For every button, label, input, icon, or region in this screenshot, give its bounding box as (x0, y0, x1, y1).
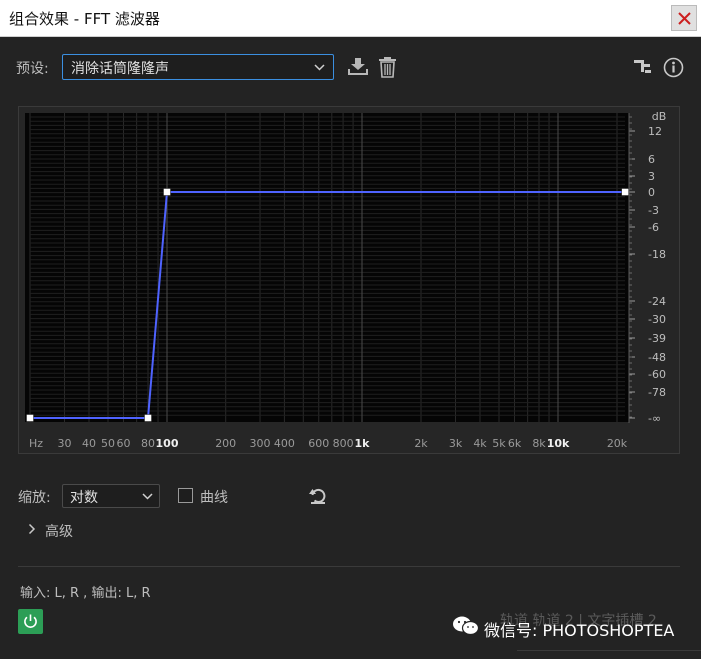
y-tick-label: 3 (648, 170, 655, 183)
trash-icon[interactable] (378, 56, 397, 78)
y-tick-label: -18 (648, 248, 666, 261)
scale-dropdown[interactable]: 对数 (62, 484, 160, 508)
y-unit-label: dB (652, 110, 667, 123)
y-tick-label: 6 (648, 153, 655, 166)
y-tick-label: -30 (648, 313, 666, 326)
y-tick-label: -24 (648, 295, 666, 308)
io-routing-text: 输入: L, R , 输出: L, R (20, 586, 151, 601)
advanced-toggle[interactable]: 高级 (45, 521, 73, 541)
curve-checkbox[interactable] (178, 488, 193, 503)
x-tick-label: 6k (508, 437, 522, 450)
curve-control-point[interactable] (621, 188, 629, 196)
wechat-icon (453, 616, 480, 636)
y-tick-label: -∞ (648, 412, 661, 425)
x-tick-label: 3k (449, 437, 463, 450)
background-panel-line (517, 650, 701, 651)
x-tick-label: 8k (532, 437, 546, 450)
curve-label: 曲线 (200, 490, 228, 506)
fft-filter-graph[interactable]: 12630-3-6-18-24-30-39-48-60-78-∞ Hz 30 40 5… (19, 107, 679, 453)
y-tick-label: -78 (648, 386, 666, 399)
y-tick-label: -3 (648, 204, 659, 217)
y-tick-label: 0 (648, 186, 655, 199)
x-tick-label: 20k (607, 437, 628, 450)
x-tick-label: 30 (58, 437, 72, 450)
preset-dropdown[interactable]: 消除话筒隆隆声 (62, 54, 334, 80)
x-tick-label: 100 (156, 437, 179, 450)
curve-control-point[interactable] (163, 188, 171, 196)
x-tick-label: 400 (274, 437, 295, 450)
preset-label: 预设: (16, 61, 49, 77)
y-tick-label: -6 (648, 221, 659, 234)
chevron-down-icon (142, 493, 153, 500)
x-tick-label: 2k (414, 437, 428, 450)
x-tick-label: 4k (473, 437, 487, 450)
x-tick-label: 200 (215, 437, 236, 450)
download-icon[interactable] (347, 57, 369, 77)
close-button[interactable] (671, 5, 697, 31)
title-bar: 组合效果 - FFT 滤波器 (0, 0, 701, 37)
y-tick-label: -60 (648, 368, 666, 381)
x-tick-label: 1k (355, 437, 371, 450)
watermark-text: 微信号: PHOTOSHOPTEA (484, 621, 675, 640)
x-tick-label: 50 (101, 437, 115, 450)
close-icon (678, 12, 691, 25)
curve-control-point[interactable] (144, 414, 152, 422)
y-tick-label: 12 (648, 125, 662, 138)
x-tick-label: Hz (29, 437, 43, 450)
scale-value: 对数 (70, 490, 98, 506)
x-tick-label: 800 (333, 437, 354, 450)
x-tick-label: 60 (117, 437, 131, 450)
preset-value: 消除话筒隆隆声 (71, 61, 169, 77)
chevron-down-icon (314, 64, 325, 71)
curve-control-point[interactable] (26, 414, 34, 422)
divider (18, 566, 680, 567)
x-tick-label: 80 (141, 437, 155, 450)
reset-icon[interactable] (308, 486, 328, 506)
power-icon (24, 614, 37, 628)
scale-label: 缩放: (18, 490, 51, 506)
power-button[interactable] (18, 609, 43, 634)
x-tick-label: 5k (492, 437, 506, 450)
y-tick-label: -39 (648, 332, 666, 345)
routing-icon[interactable] (633, 58, 653, 76)
x-tick-label: 10k (547, 437, 570, 450)
window-title: 组合效果 - FFT 滤波器 (9, 10, 160, 28)
x-tick-label: 300 (250, 437, 271, 450)
x-tick-label: 600 (308, 437, 329, 450)
info-icon[interactable] (663, 57, 684, 78)
chevron-right-icon[interactable] (28, 523, 36, 535)
x-tick-label: 40 (82, 437, 96, 450)
filter-graph-panel[interactable]: 12 6 3 0 -3 -6 -18 -24 -30 -39 -48 -60 -78 -∞ Hz 30 40 5… (18, 106, 680, 454)
y-tick-label: -48 (648, 351, 666, 364)
